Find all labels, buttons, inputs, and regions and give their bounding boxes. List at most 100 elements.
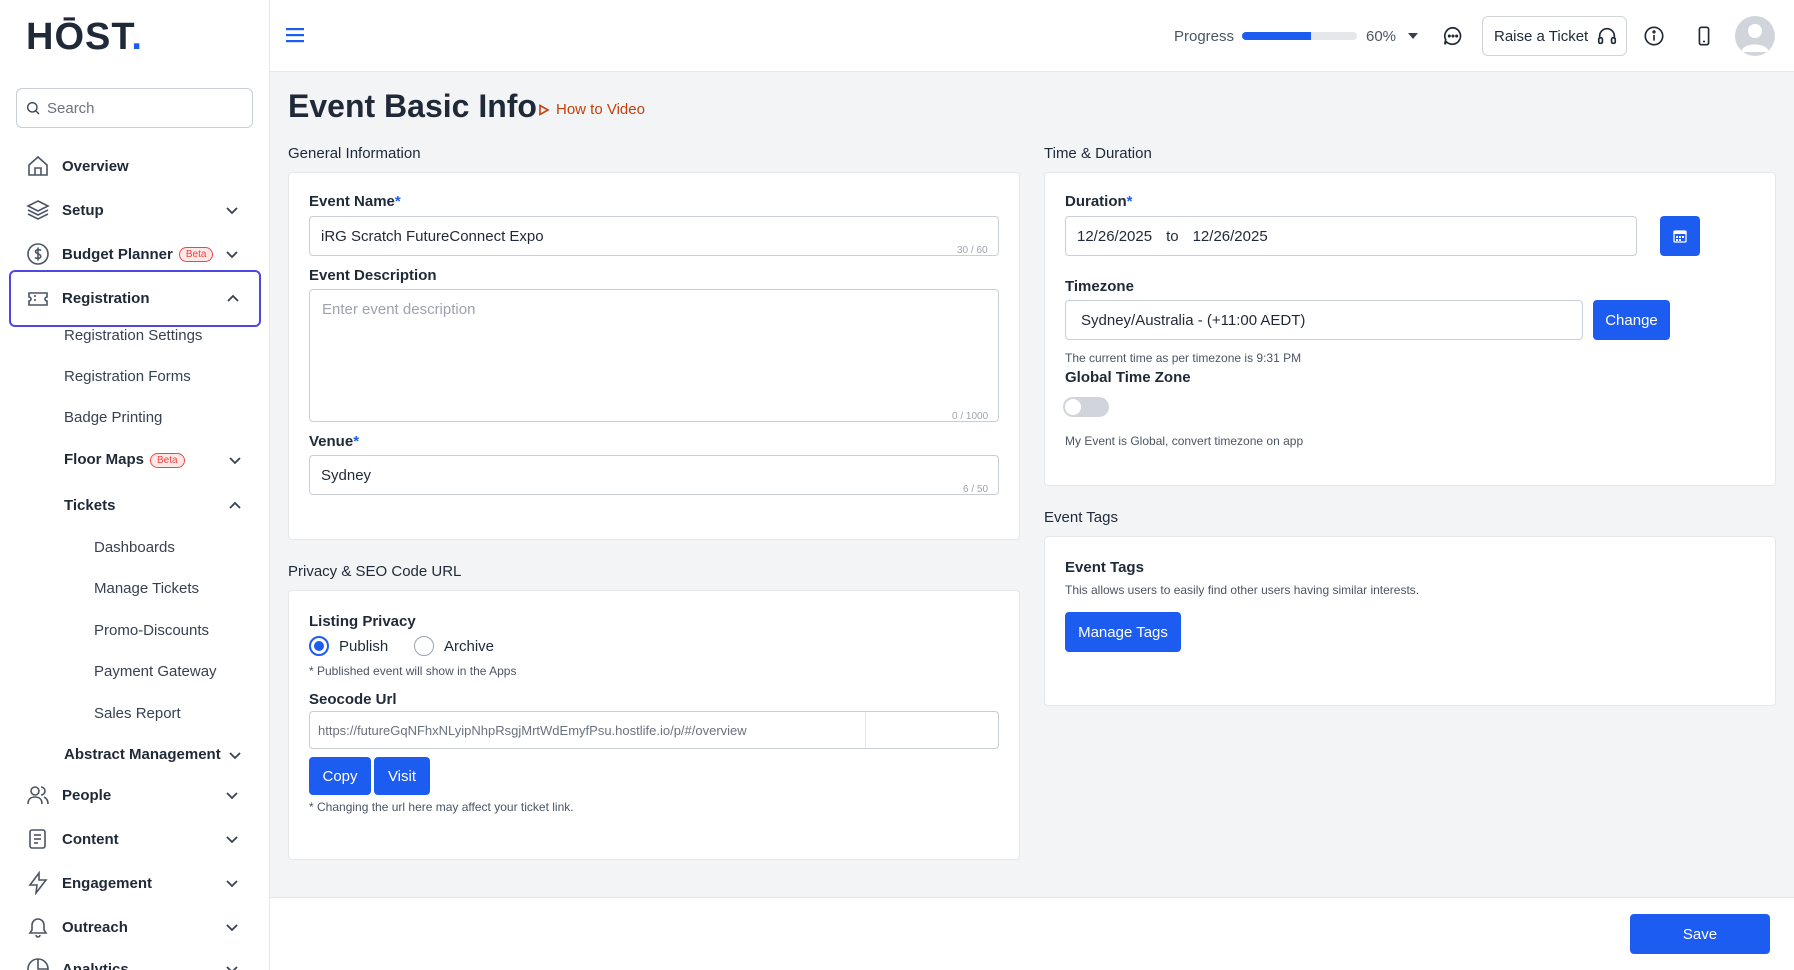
event-description-textarea[interactable]: Enter event description <box>309 289 999 422</box>
sidebar-item-people[interactable]: People <box>0 782 269 808</box>
ticket-icon <box>28 291 48 306</box>
sidebar-item-label: Budget Planner <box>62 245 173 263</box>
progress-bar <box>1242 32 1357 40</box>
avatar[interactable] <box>1735 16 1775 56</box>
sidebar-sub-payment-gateway[interactable]: Payment Gateway <box>94 663 217 680</box>
sidebar-item-outreach[interactable]: Outreach <box>0 914 269 940</box>
global-timezone-toggle[interactable] <box>1063 397 1109 417</box>
sidebar-item-label: Setup <box>62 201 104 219</box>
global-timezone-label: Global Time Zone <box>1065 369 1191 386</box>
chat-icon[interactable] <box>1442 25 1464 47</box>
beta-badge: Beta <box>150 452 185 468</box>
sidebar-item-budget-planner[interactable]: Budget Planner Beta <box>0 241 269 267</box>
start-date: 12/26/2025 <box>1077 227 1153 245</box>
time-duration-card: Duration* 12/26/2025 to 12/26/2025 Timez… <box>1044 172 1776 486</box>
toggle-knob <box>1065 399 1081 415</box>
current-time-note: The current time as per timezone is 9:31… <box>1065 351 1302 365</box>
progress-value: 60% <box>1366 28 1397 45</box>
divider <box>865 712 866 748</box>
seocode-url-input[interactable]: https://futureGqNFhxNLyipNhpRsgjMrtWdEmy… <box>309 711 999 749</box>
privacy-seo-card: Listing Privacy Publish Archive * Publis… <box>288 590 1020 860</box>
section-heading-tags: Event Tags <box>1044 509 1118 526</box>
sidebar-item-registration[interactable]: Registration <box>9 270 261 327</box>
chevron-down-icon <box>226 251 238 259</box>
event-description-label: Event Description <box>309 267 437 284</box>
section-heading-general: General Information <box>288 145 421 162</box>
sidebar-item-label: Overview <box>62 157 129 175</box>
event-description-counter: 0 / 1000 <box>952 411 989 422</box>
sidebar-sub-dashboards[interactable]: Dashboards <box>94 539 175 556</box>
chevron-up-icon <box>227 294 239 302</box>
general-info-card: Event Name* iRG Scratch FutureConnect Ex… <box>288 172 1020 540</box>
search-box[interactable] <box>16 88 253 128</box>
logo[interactable]: HŌST. <box>26 16 143 59</box>
listing-privacy-label: Listing Privacy <box>309 613 416 630</box>
sidebar-item-content[interactable]: Content <box>0 826 269 852</box>
sidebar-sub-abstract-management[interactable]: Abstract Management <box>64 746 221 763</box>
venue-label: Venue* <box>309 433 360 450</box>
venue-input[interactable]: Sydney <box>309 455 999 495</box>
content-icon <box>29 829 46 849</box>
venue-value: Sydney <box>321 466 372 484</box>
chevron-down-icon[interactable] <box>227 452 243 468</box>
archive-radio[interactable] <box>414 636 434 656</box>
sidebar-item-analytics[interactable]: Analytics <box>0 956 269 970</box>
how-to-video-label: How to Video <box>556 101 645 118</box>
sidebar-item-setup[interactable]: Setup <box>0 197 269 223</box>
sidebar-item-label: Outreach <box>62 918 128 936</box>
chevron-down-icon <box>226 924 238 932</box>
copy-button[interactable]: Copy <box>309 757 371 795</box>
sidebar-sub-manage-tickets[interactable]: Manage Tickets <box>94 580 199 597</box>
publish-radio[interactable] <box>309 636 329 656</box>
caret-down-icon[interactable] <box>1408 32 1418 40</box>
chevron-down-icon[interactable] <box>227 747 243 763</box>
url-change-note: * Changing the url here may affect your … <box>309 800 574 814</box>
info-icon[interactable] <box>1643 25 1665 47</box>
seocode-url-label: Seocode Url <box>309 691 397 708</box>
bell-icon <box>28 918 48 938</box>
sidebar-sub-registration-settings[interactable]: Registration Settings <box>64 327 202 344</box>
archive-label[interactable]: Archive <box>444 638 494 655</box>
sidebar-sub-registration-forms[interactable]: Registration Forms <box>64 368 191 385</box>
sidebar-sub-floor-maps[interactable]: Floor Maps Beta <box>64 451 185 468</box>
chevron-down-icon <box>226 207 238 215</box>
date-separator: to <box>1166 227 1179 245</box>
progress-fill <box>1242 32 1311 40</box>
bolt-icon <box>28 871 48 895</box>
sidebar-sub-sales-report[interactable]: Sales Report <box>94 705 181 722</box>
chevron-down-icon <box>226 966 238 970</box>
sidebar-item-overview[interactable]: Overview <box>0 153 269 179</box>
global-timezone-note: My Event is Global, convert timezone on … <box>1065 434 1304 448</box>
raise-ticket-button[interactable]: Raise a Ticket <box>1482 16 1627 56</box>
timezone-input[interactable]: Sydney/Australia - (+11:00 AEDT) <box>1065 300 1583 340</box>
sidebar-item-engagement[interactable]: Engagement <box>0 870 269 896</box>
manage-tags-button[interactable]: Manage Tags <box>1065 612 1181 652</box>
sidebar-sub-tickets[interactable]: Tickets <box>64 497 115 514</box>
calendar-button[interactable] <box>1660 216 1700 256</box>
layers-icon <box>26 200 50 220</box>
chevron-down-icon <box>226 880 238 888</box>
chevron-up-icon[interactable] <box>227 498 243 514</box>
duration-label: Duration* <box>1065 193 1133 210</box>
event-name-input[interactable]: iRG Scratch FutureConnect Expo <box>309 216 999 256</box>
publish-label[interactable]: Publish <box>339 638 388 655</box>
change-timezone-button[interactable]: Change <box>1593 300 1670 340</box>
play-icon <box>539 103 550 116</box>
duration-input[interactable]: 12/26/2025 to 12/26/2025 <box>1065 216 1637 256</box>
sidebar-sub-promo-discounts[interactable]: Promo-Discounts <box>94 622 209 639</box>
mobile-icon[interactable] <box>1693 25 1715 47</box>
dollar-icon <box>27 243 49 265</box>
how-to-video-link[interactable]: How to Video <box>538 101 645 118</box>
sidebar-sub-badge-printing[interactable]: Badge Printing <box>64 409 162 426</box>
timezone-label: Timezone <box>1065 278 1134 295</box>
event-name-label: Event Name* <box>309 193 401 210</box>
menu-icon[interactable] <box>286 27 304 43</box>
save-button[interactable]: Save <box>1630 914 1770 954</box>
event-tags-title: Event Tags <box>1065 559 1144 576</box>
visit-button[interactable]: Visit <box>374 757 430 795</box>
sidebar: HŌST. Overview Setup Budget PlannerBeta … <box>0 0 270 970</box>
search-input[interactable] <box>47 99 227 117</box>
venue-counter: 6 / 50 <box>963 484 989 495</box>
end-date: 12/26/2025 <box>1192 227 1268 245</box>
chevron-down-icon <box>226 792 238 800</box>
